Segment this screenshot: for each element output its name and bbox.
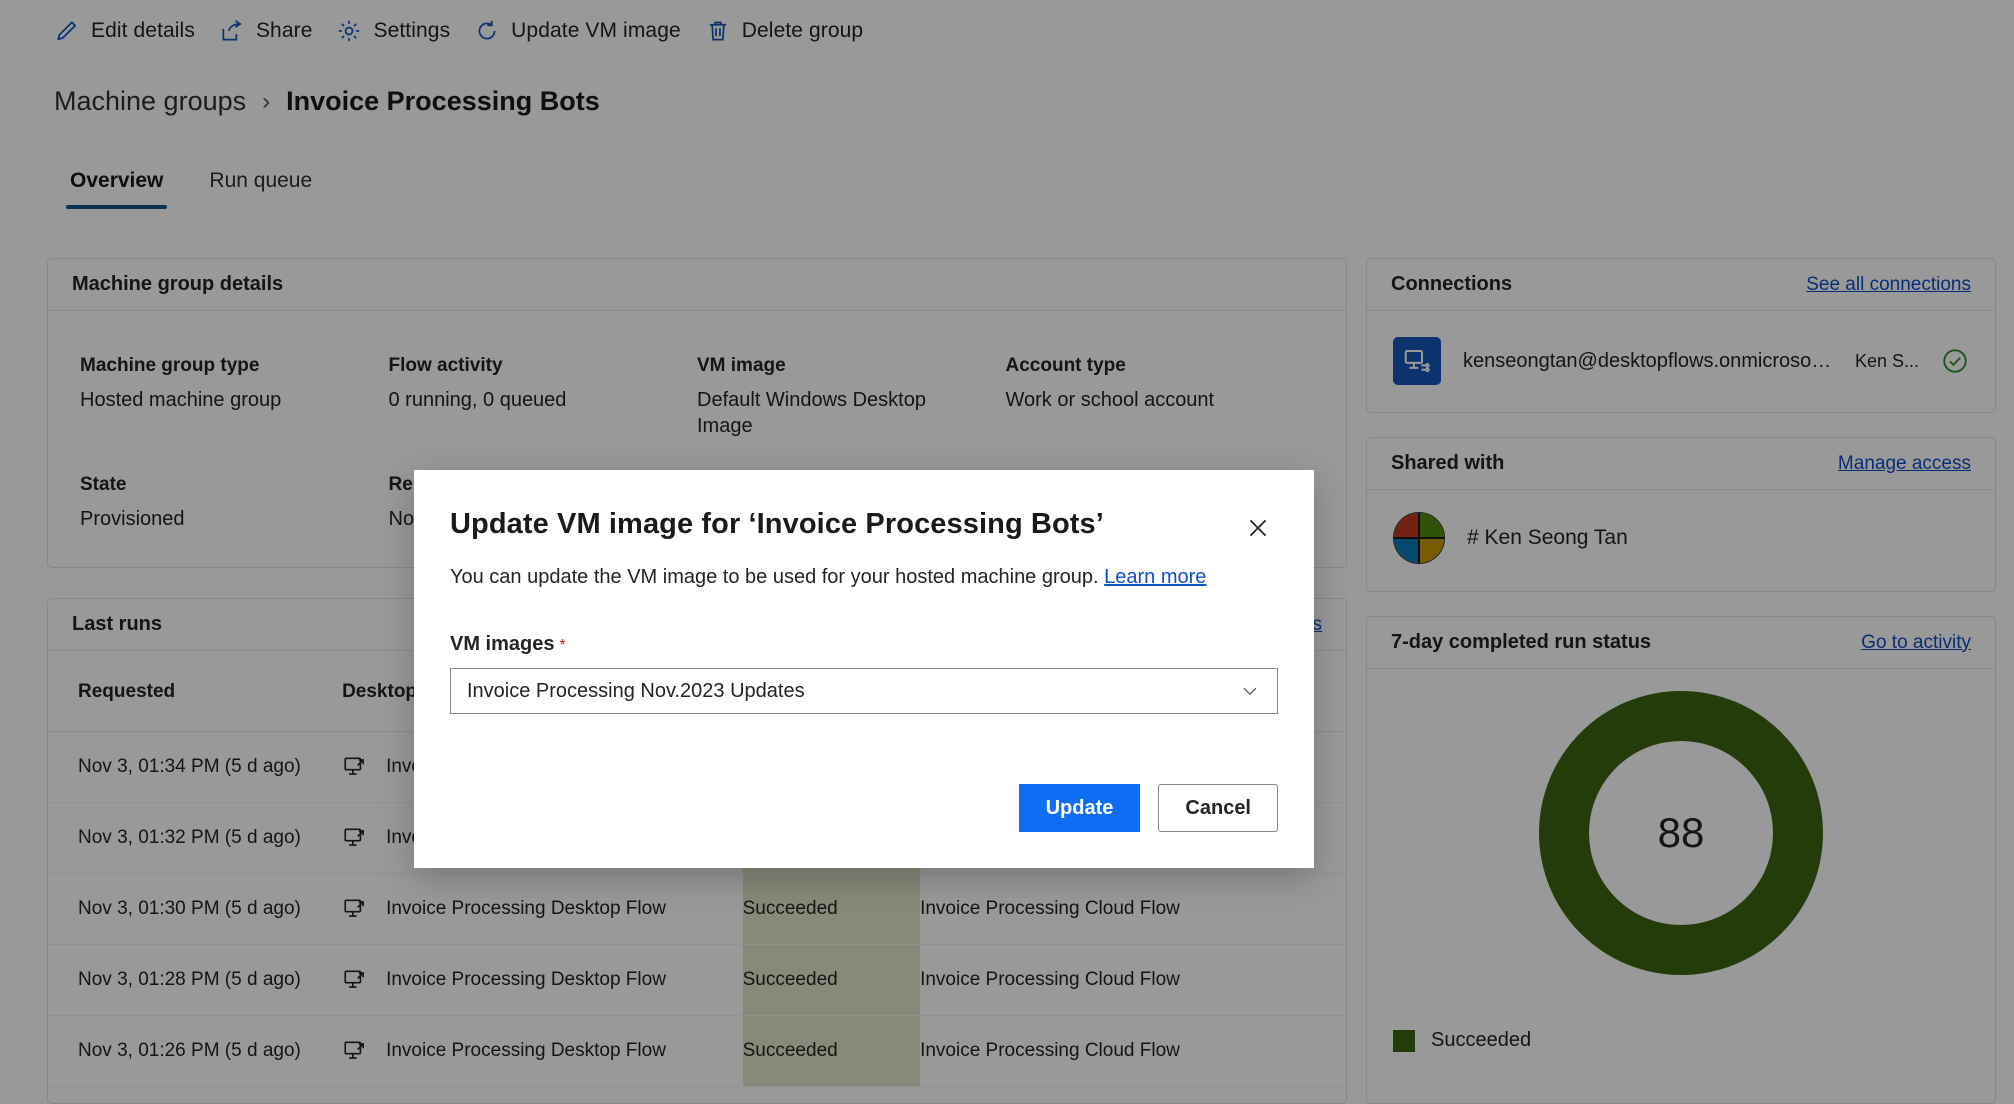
chevron-down-icon xyxy=(1239,680,1261,702)
page-root: Edit details Share Settings Update VM im… xyxy=(0,0,2014,1104)
dialog-description: You can update the VM image to be used f… xyxy=(414,542,1314,589)
dialog-title: Update VM image for ‘Invoice Processing … xyxy=(450,508,1104,540)
vm-images-dropdown[interactable]: Invoice Processing Nov.2023 Updates xyxy=(450,668,1278,714)
vm-images-label-row: VM images * xyxy=(450,633,1278,656)
dialog-description-text: You can update the VM image to be used f… xyxy=(450,566,1099,588)
dialog-actions: Update Cancel xyxy=(1018,784,1278,832)
close-icon[interactable] xyxy=(1244,514,1272,542)
required-asterisk: * xyxy=(559,637,566,654)
cancel-button[interactable]: Cancel xyxy=(1158,784,1278,832)
vm-images-label: VM images xyxy=(450,633,555,655)
vm-images-field: VM images * Invoice Processing Nov.2023 U… xyxy=(414,589,1314,714)
vm-images-selected-value: Invoice Processing Nov.2023 Updates xyxy=(467,679,805,702)
update-vm-image-dialog: Update VM image for ‘Invoice Processing … xyxy=(414,470,1314,868)
update-button[interactable]: Update xyxy=(1018,784,1141,832)
dialog-header: Update VM image for ‘Invoice Processing … xyxy=(414,470,1314,542)
learn-more-link[interactable]: Learn more xyxy=(1104,566,1206,588)
